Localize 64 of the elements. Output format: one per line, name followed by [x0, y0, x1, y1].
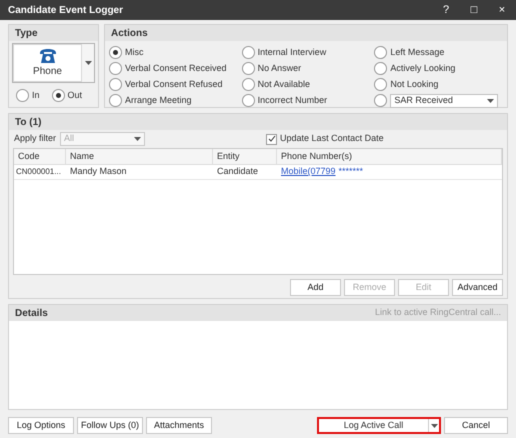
radio-label: No Answer	[258, 62, 302, 75]
radio-button[interactable]	[242, 78, 255, 91]
phone-link[interactable]: Mobile(07799	[281, 165, 336, 179]
window-title: Candidate Event Logger	[8, 4, 124, 18]
radio-label: Not Available	[258, 78, 310, 91]
group-header: Actions	[105, 25, 507, 41]
column-header[interactable]: Code	[14, 149, 66, 164]
table-cell-text: Candidate	[216, 165, 260, 178]
caret-icon	[134, 137, 142, 141]
radio-label: Out	[68, 89, 82, 102]
radio-label: Actively Looking	[390, 62, 456, 75]
phone-type-button[interactable]: Phone	[13, 44, 82, 82]
log-active-call[interactable]: Log Active Call	[319, 419, 428, 432]
column-header[interactable]: Name	[66, 149, 213, 164]
radio-label: Misc	[125, 46, 144, 59]
radio-label: Not Looking	[390, 78, 438, 91]
group-header: Type	[9, 25, 98, 41]
radio-label: Internal Interview	[258, 46, 326, 59]
dropdown-button[interactable]	[428, 419, 439, 432]
filter-label: Apply filter	[14, 132, 56, 146]
telephone-icon	[38, 48, 56, 64]
radio-button[interactable]	[242, 62, 255, 75]
type-dropdown-button[interactable]	[82, 44, 94, 82]
column-header[interactable]: Phone Number(s)	[277, 149, 502, 164]
table-cell-text: CN000001...	[15, 166, 62, 178]
checkbox[interactable]	[266, 134, 278, 144]
button[interactable]: Cancel	[444, 417, 508, 434]
radio-label: In	[32, 89, 40, 102]
radio-button[interactable]	[52, 89, 65, 102]
reason-dropdown[interactable]: SAR Received	[390, 94, 498, 108]
log-active-call-button[interactable]: Log Active Call	[317, 417, 441, 434]
radio-label: Incorrect Number	[258, 94, 328, 107]
window-control[interactable]: ×	[488, 0, 516, 20]
column-header[interactable]: Entity	[213, 149, 277, 164]
group-header: To (1)	[9, 114, 507, 130]
radio-button[interactable]	[242, 94, 255, 107]
button[interactable]: Advanced	[452, 279, 503, 296]
radio-label: Verbal Consent Refused	[125, 78, 223, 91]
button[interactable]: Log Options	[8, 417, 74, 434]
radio-button[interactable]	[109, 46, 122, 59]
radio-button[interactable]	[109, 94, 122, 107]
group-header: Details	[15, 306, 48, 320]
radio-label: Left Message	[390, 46, 444, 59]
radio-label: Arrange Meeting	[125, 94, 192, 107]
radio-button[interactable]	[374, 78, 388, 91]
caret-icon	[430, 424, 438, 428]
checkbox-label: Update Last Contact Date	[280, 132, 384, 146]
radio-button[interactable]	[16, 89, 29, 102]
button[interactable]: Attachments	[146, 417, 212, 434]
masked-number: *******	[338, 165, 364, 178]
radio-label: Verbal Consent Received	[125, 62, 227, 75]
radio-button[interactable]	[374, 46, 388, 59]
radio-button[interactable]	[374, 62, 388, 75]
radio-button[interactable]	[109, 62, 122, 75]
caret-icon	[487, 98, 494, 102]
caret-icon	[84, 61, 92, 65]
window-control[interactable]: ?	[432, 0, 460, 20]
window-control[interactable]: □	[460, 0, 488, 20]
radio-button[interactable]	[242, 46, 255, 59]
radio-button[interactable]	[109, 78, 122, 91]
table-cell-text: Mandy Mason	[69, 165, 128, 178]
button[interactable]: Follow Ups (0)	[77, 417, 143, 434]
button[interactable]: Add	[290, 279, 341, 296]
radio-button[interactable]	[374, 94, 388, 107]
